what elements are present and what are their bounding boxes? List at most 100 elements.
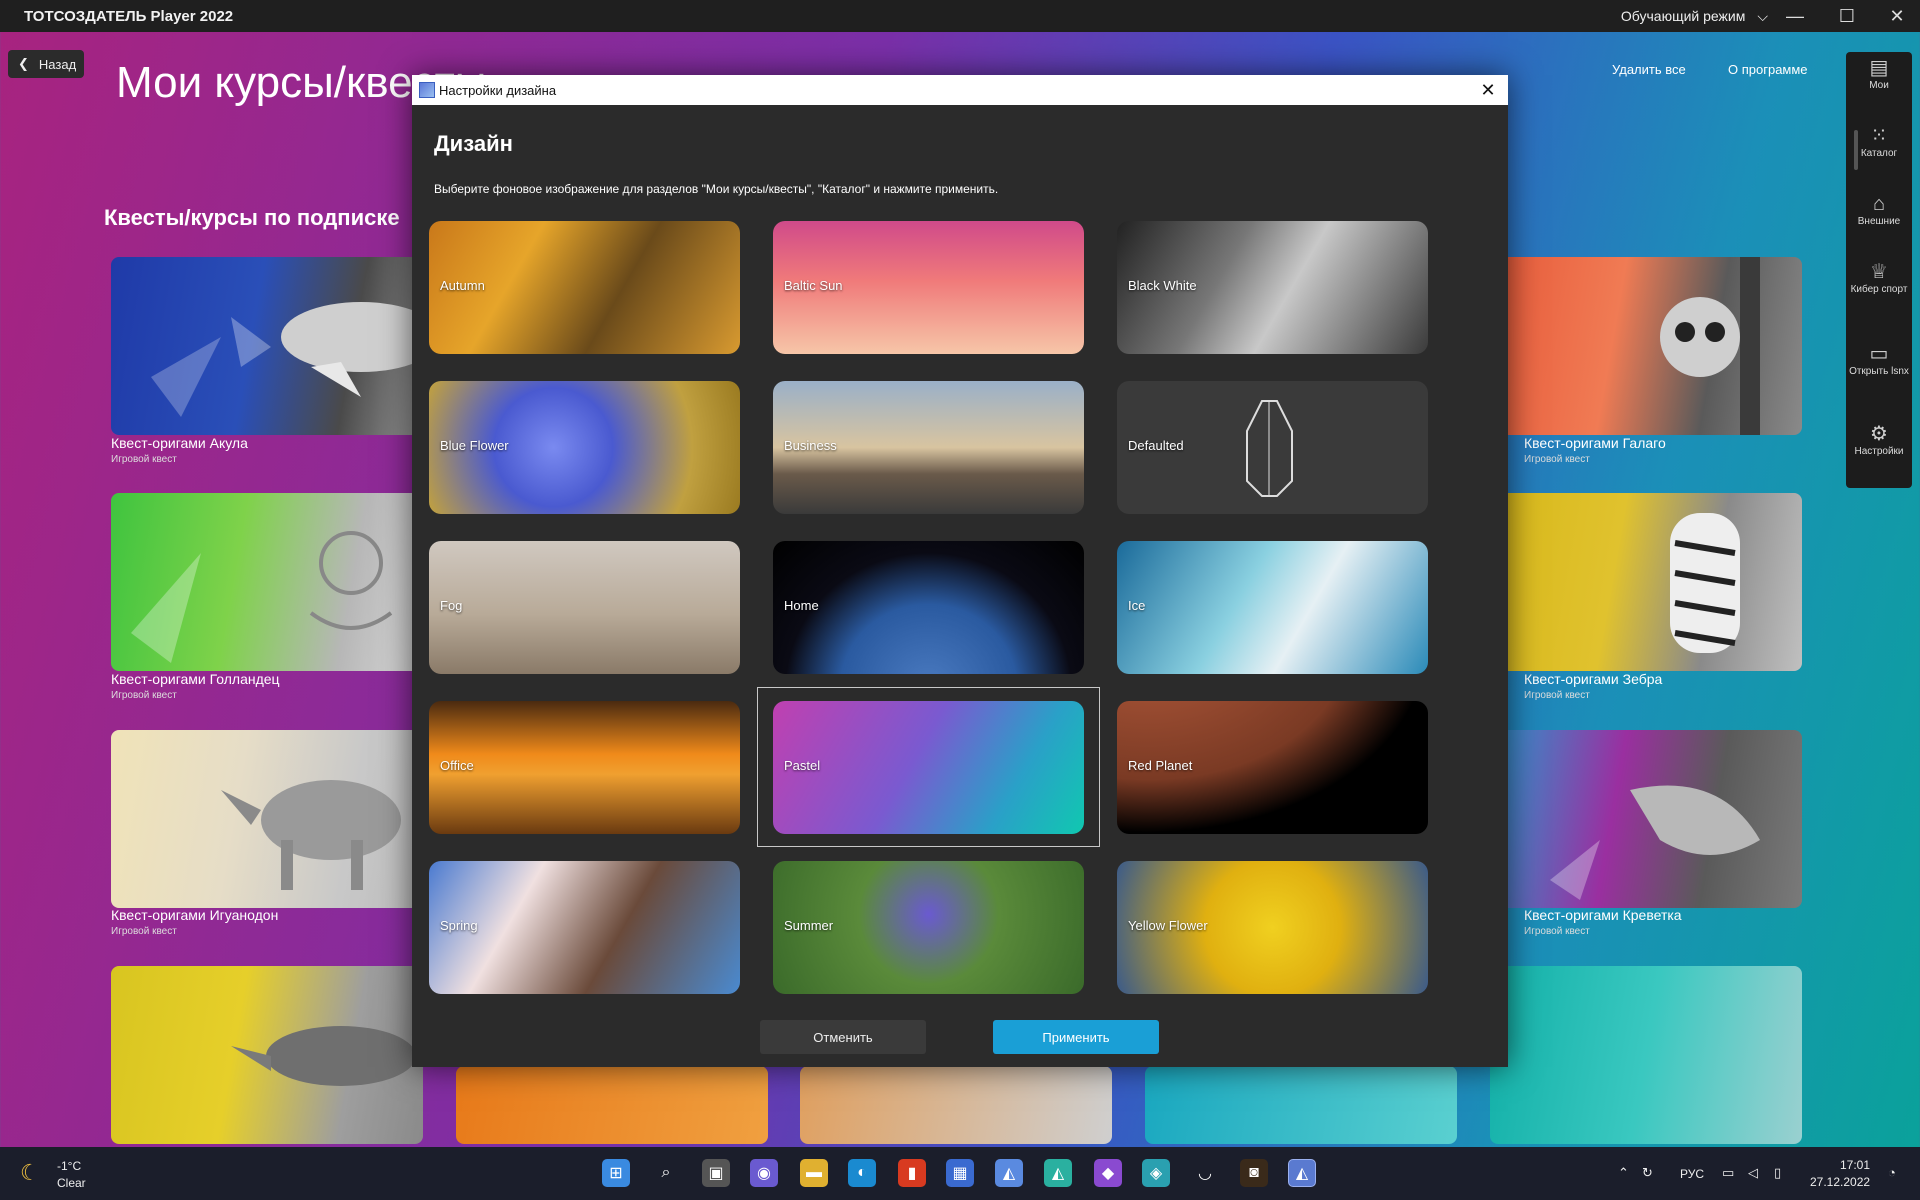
office-icon[interactable]: ▮: [898, 1159, 926, 1187]
theme-label: Office: [440, 758, 474, 773]
card-dutchman[interactable]: [111, 493, 423, 671]
edge-icon[interactable]: ◐: [848, 1159, 876, 1187]
theme-ice[interactable]: Ice: [1117, 541, 1428, 674]
card-subtitle: Игровой квест: [1524, 926, 1590, 937]
theme-defaulted[interactable]: Defaulted: [1117, 381, 1428, 514]
theme-blue-flower[interactable]: Blue Flower: [429, 381, 740, 514]
card-subtitle: Игровой квест: [1524, 690, 1590, 701]
theme-baltic-sun[interactable]: Baltic Sun: [773, 221, 1084, 354]
card-subtitle: Игровой квест: [111, 454, 177, 465]
theme-label: Spring: [440, 918, 478, 933]
theme-label: Autumn: [440, 278, 485, 293]
sidebar-item-label: Каталог: [1860, 148, 1898, 159]
theme-label: Black White: [1128, 278, 1197, 293]
language-indicator[interactable]: РУС: [1680, 1167, 1704, 1181]
card-shark[interactable]: [111, 257, 423, 435]
clock-time: 17:01: [1840, 1158, 1871, 1172]
theme-label: Fog: [440, 598, 463, 613]
chat-icon[interactable]: ◉: [750, 1159, 778, 1187]
card-subtitle: Игровой квест: [111, 926, 177, 937]
dialog-description: Выберите фоновое изображение для раздело…: [434, 182, 999, 196]
task-view-icon[interactable]: ▣: [702, 1159, 730, 1187]
card-jelly[interactable]: [1490, 966, 1802, 1144]
theme-office[interactable]: Office: [429, 701, 740, 834]
card-teal[interactable]: [1145, 1066, 1457, 1144]
code-icon[interactable]: ◈: [1142, 1159, 1170, 1187]
chevron-up-icon[interactable]: ⌃: [1618, 1165, 1629, 1181]
theme-pastel[interactable]: Pastel: [773, 701, 1084, 834]
theme-spring[interactable]: Spring: [429, 861, 740, 994]
dialog-heading: Дизайн: [434, 131, 513, 156]
zebra-image: [1670, 513, 1740, 653]
dutchman-image: [131, 531, 393, 663]
theme-black-white[interactable]: Black White: [1117, 221, 1428, 354]
theme-summer[interactable]: Summer: [773, 861, 1084, 994]
clock-date: 27.12.2022: [1810, 1175, 1871, 1189]
theme-label: Red Planet: [1128, 758, 1193, 773]
theme-autumn[interactable]: Autumn: [429, 221, 740, 354]
sidebar-scrollbar[interactable]: [1854, 130, 1858, 170]
section-title: Квесты/курсы по подписке: [104, 205, 400, 230]
card-zebra[interactable]: [1490, 493, 1802, 671]
card-shrimp[interactable]: [1490, 730, 1802, 908]
network-icon[interactable]: ▭: [1722, 1165, 1734, 1181]
card-title: Квест-оригами Игуанодон: [111, 907, 279, 923]
battery-icon[interactable]: ▯: [1774, 1165, 1781, 1181]
folder-icon: ▭: [1869, 343, 1889, 365]
theme-home[interactable]: Home: [773, 541, 1084, 674]
search-icon[interactable]: ⌕: [652, 1159, 680, 1187]
game-icon[interactable]: ◙: [1240, 1159, 1268, 1187]
shrimp-image: [1550, 785, 1760, 900]
card-title: Квест-оригами Креветка: [1524, 907, 1682, 923]
volume-icon[interactable]: ◁: [1748, 1165, 1758, 1181]
sidebar-item-settings[interactable]: ⚙ Настройки: [1846, 424, 1912, 458]
apply-button[interactable]: Применить: [993, 1020, 1159, 1054]
card-galago[interactable]: [1490, 257, 1802, 435]
paint-icon[interactable]: ◡: [1191, 1159, 1219, 1187]
theme-label: Defaulted: [1128, 438, 1184, 453]
about-link[interactable]: О программе: [1728, 62, 1808, 77]
app-icon: [419, 82, 435, 98]
store-icon[interactable]: ▦: [946, 1159, 974, 1187]
notification-icon[interactable]: ◔: [1888, 1165, 1896, 1180]
card-crocodile[interactable]: [111, 966, 423, 1144]
explorer-icon[interactable]: ▬: [800, 1159, 828, 1187]
sidebar-item-open[interactable]: ▭ Открыть lsnx: [1846, 343, 1912, 378]
active-player-icon[interactable]: ◭: [1288, 1159, 1316, 1187]
cancel-button[interactable]: Отменить: [760, 1020, 926, 1054]
visual-studio-icon[interactable]: ◆: [1094, 1159, 1122, 1187]
close-window-button[interactable]: ✕: [1872, 0, 1920, 32]
chevron-down-icon: ⌵: [1757, 7, 1768, 24]
sidebar-item-label: Внешние: [1857, 216, 1901, 227]
delete-all-link[interactable]: Удалить все: [1612, 62, 1686, 77]
sync-icon[interactable]: ↻: [1642, 1165, 1653, 1181]
maximize-button[interactable]: ☐: [1822, 0, 1872, 32]
theme-red-planet[interactable]: Red Planet: [1117, 701, 1428, 834]
creator-app-icon[interactable]: ◭: [1044, 1159, 1072, 1187]
sidebar-item-esports[interactable]: ♕ Кибер спорт: [1846, 262, 1912, 296]
back-label: Назад: [38, 56, 77, 72]
card-subtitle: Игровой квест: [111, 690, 177, 701]
window-titlebar: ТОТСОЗДАТЕЛЬ Player 2022 Обучающий режим…: [0, 0, 1920, 32]
card-orange[interactable]: [456, 1066, 768, 1144]
close-icon[interactable]: ✕: [1476, 78, 1500, 102]
minimize-button[interactable]: —: [1770, 0, 1820, 32]
sidebar-item-my[interactable]: ▤ Мои: [1846, 57, 1912, 92]
theme-label: Baltic Sun: [784, 278, 843, 293]
bank-icon: ⌂: [1872, 193, 1886, 215]
card-sand[interactable]: [800, 1066, 1112, 1144]
mode-label: Обучающий режим: [1620, 8, 1746, 24]
sidebar-item-external[interactable]: ⌂ Внешние: [1846, 193, 1912, 228]
theme-fog[interactable]: Fog: [429, 541, 740, 674]
mode-selector[interactable]: Обучающий режим ⌵: [1621, 8, 1768, 25]
start-icon[interactable]: ⊞: [602, 1159, 630, 1187]
theme-label: Yellow Flower: [1128, 918, 1208, 933]
theme-business[interactable]: Business: [773, 381, 1084, 514]
theme-yellow-flower[interactable]: Yellow Flower: [1117, 861, 1428, 994]
card-iguanodon[interactable]: [111, 730, 423, 908]
moon-icon: ☾: [20, 1160, 40, 1185]
player-app-icon[interactable]: ◭: [995, 1159, 1023, 1187]
document-icon: ▤: [1869, 57, 1889, 79]
back-button[interactable]: ❮ Назад: [8, 50, 84, 78]
sidebar-item-label: Кибер спорт: [1850, 284, 1908, 295]
